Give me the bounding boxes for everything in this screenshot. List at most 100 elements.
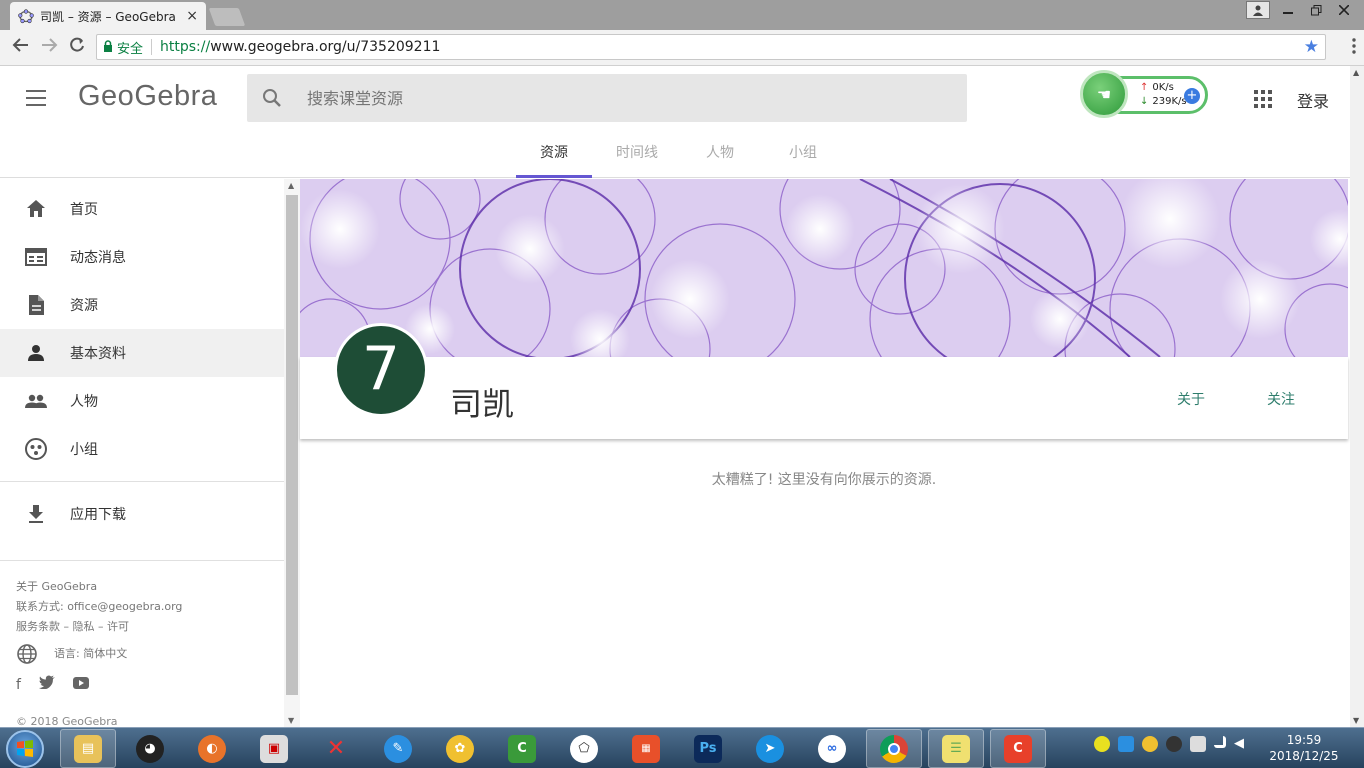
file-explorer-icon[interactable]: ▤: [60, 729, 116, 768]
tray-device-icon[interactable]: [1190, 736, 1206, 752]
system-clock[interactable]: 19:59 2018/12/25: [1262, 732, 1346, 764]
baidu-netdisk-icon[interactable]: ∞: [804, 729, 860, 768]
sidebar-scrollbar[interactable]: ▲ ▼: [284, 179, 300, 727]
tray-pen-icon[interactable]: [1118, 736, 1134, 752]
page-scrollbar[interactable]: ▲ ▼: [1350, 66, 1364, 727]
clock-date: 2018/12/25: [1269, 749, 1339, 763]
user-profile-icon[interactable]: [1246, 1, 1270, 19]
photoshop-icon[interactable]: Ps: [680, 729, 736, 768]
tray-paint-icon[interactable]: [1142, 736, 1158, 752]
people-icon: [25, 394, 47, 408]
browser-titlebar: 司凯 – 资源 – GeoGebra ×: [0, 0, 1364, 30]
sidebar-item-label: 应用下载: [70, 507, 126, 523]
notes-app-icon[interactable]: ☰: [928, 729, 984, 768]
tray-qq-icon[interactable]: [1166, 736, 1182, 752]
camtasia-icon[interactable]: C: [494, 729, 550, 768]
scroll-down-icon[interactable]: ▼: [288, 716, 294, 725]
close-window-icon[interactable]: [1330, 0, 1358, 20]
contact-link[interactable]: 联系方式: office@geogebra.org: [16, 597, 268, 617]
speed-plus-icon[interactable]: +: [1184, 88, 1200, 104]
x-app-icon[interactable]: ✕: [308, 729, 364, 768]
address-bar[interactable]: 安全 https:// www.geogebra.org/u/735209211…: [96, 34, 1326, 60]
speed-ball-icon: ☚: [1080, 70, 1128, 118]
media-app-icon[interactable]: ◐: [184, 729, 240, 768]
sidebar-item-groups[interactable]: 小组: [0, 425, 284, 473]
sidebar-item-news-feed[interactable]: 动态消息: [0, 233, 284, 281]
apps-grid-icon[interactable]: [1254, 90, 1272, 108]
reload-icon[interactable]: [66, 36, 88, 58]
search-input[interactable]: [307, 88, 907, 108]
camtasia-recorder-icon[interactable]: C: [990, 729, 1046, 768]
qq-icon[interactable]: ◕: [122, 729, 178, 768]
sidebar-item-download[interactable]: 应用下载: [0, 490, 284, 538]
back-icon[interactable]: [10, 36, 32, 58]
network-speed-widget[interactable]: ☚ ↑ 0K/s ↓ 239K/s +: [1080, 70, 1210, 120]
tab-resources[interactable]: 资源: [516, 132, 592, 178]
omnibox-divider: [151, 39, 153, 55]
forward-icon[interactable]: [38, 36, 60, 58]
twitter-icon[interactable]: [38, 675, 55, 695]
remote-app-icon[interactable]: ▣: [246, 729, 302, 768]
sidebar-item-home[interactable]: 首页: [0, 185, 284, 233]
profile-main: 7 司凯 关于 关注 太糟糕了! 这里没有向你展示的资源.: [300, 179, 1350, 727]
tab-timeline[interactable]: 时间线: [599, 132, 675, 178]
start-button[interactable]: [6, 730, 44, 768]
browser-menu-icon[interactable]: [1352, 38, 1356, 58]
terms-link[interactable]: 服务条款 – 隐私 – 许可: [16, 617, 268, 637]
tab-people[interactable]: 人物: [682, 132, 758, 178]
paint-app-icon[interactable]: ✿: [432, 729, 488, 768]
hamburger-menu-icon[interactable]: [26, 90, 46, 111]
about-geogebra-link[interactable]: 关于 GeoGebra: [16, 577, 268, 597]
sidebar-item-resources[interactable]: 资源: [0, 281, 284, 329]
sidebar-item-people[interactable]: 人物: [0, 377, 284, 425]
search-box[interactable]: [247, 74, 967, 122]
upload-speed-value: 0K/s: [1152, 82, 1174, 93]
page-scroll-down-icon[interactable]: ▼: [1353, 716, 1359, 725]
site-header: GeoGebra ☚ ↑0K/s ↓239K/s + 登录 资源 时间线 人物 …: [0, 66, 1356, 178]
tray-plus-icon[interactable]: [1094, 736, 1110, 752]
tool-app-icon[interactable]: ➤: [742, 729, 798, 768]
chrome-icon[interactable]: [866, 729, 922, 768]
news-feed-icon: [25, 248, 47, 266]
download-icon: [29, 505, 43, 523]
restore-icon[interactable]: [1302, 0, 1330, 20]
geogebra-app-icon[interactable]: ⬠: [556, 729, 612, 768]
facebook-icon[interactable]: f: [16, 675, 21, 695]
minimize-icon[interactable]: [1274, 0, 1302, 20]
globe-icon: [17, 644, 37, 664]
sidebar-item-profile[interactable]: 基本资料: [0, 329, 284, 377]
taskbar-apps: ▤ ◕ ◐ ▣ ✕ ✎ ✿ C ⬠ ▦ Ps ➤ ∞ ☰ C: [60, 729, 1052, 768]
sidebar-item-label: 动态消息: [70, 250, 126, 266]
scroll-up-icon[interactable]: ▲: [288, 181, 294, 190]
secure-label: 安全: [117, 41, 144, 57]
about-button[interactable]: 关于: [1177, 389, 1205, 409]
profile-banner: [300, 179, 1348, 357]
geogebra-favicon-icon: [18, 9, 34, 24]
search-icon: [263, 89, 281, 107]
follow-button[interactable]: 关注: [1267, 389, 1295, 409]
sidebar-item-label: 资源: [70, 298, 98, 314]
language-selector[interactable]: 语言: 简体中文: [16, 643, 268, 665]
tab-close-icon[interactable]: ×: [186, 8, 198, 24]
youtube-icon[interactable]: [72, 675, 89, 695]
volume-icon[interactable]: ◀: [1234, 736, 1250, 752]
url-text: www.geogebra.org/u/735209211: [210, 39, 441, 55]
windows-taskbar: ▤ ◕ ◐ ▣ ✕ ✎ ✿ C ⬠ ▦ Ps ➤ ∞ ☰ C ◀ 19:59 2…: [0, 727, 1364, 768]
scrollbar-thumb[interactable]: [286, 195, 298, 695]
pen-app-icon[interactable]: ✎: [370, 729, 426, 768]
browser-tab[interactable]: 司凯 – 资源 – GeoGebra ×: [10, 2, 206, 30]
new-tab-button[interactable]: [208, 8, 246, 26]
geogebra-logo[interactable]: GeoGebra: [78, 80, 217, 113]
network-icon[interactable]: [1214, 736, 1226, 748]
education-app-icon[interactable]: ▦: [618, 729, 674, 768]
bookmark-star-icon[interactable]: ★: [1304, 37, 1319, 57]
empty-state-message: 太糟糕了! 这里没有向你展示的资源.: [711, 472, 937, 488]
login-button[interactable]: 登录: [1297, 88, 1329, 112]
download-speed-value: 239K/s: [1152, 96, 1187, 107]
tab-groups[interactable]: 小组: [765, 132, 841, 178]
sidebar-footer: 关于 GeoGebra 联系方式: office@geogebra.org 服务…: [0, 569, 284, 703]
page-scroll-up-icon[interactable]: ▲: [1353, 68, 1359, 77]
document-icon: [29, 295, 44, 315]
avatar[interactable]: 7: [334, 323, 428, 417]
sidebar-item-label: 小组: [70, 442, 98, 458]
